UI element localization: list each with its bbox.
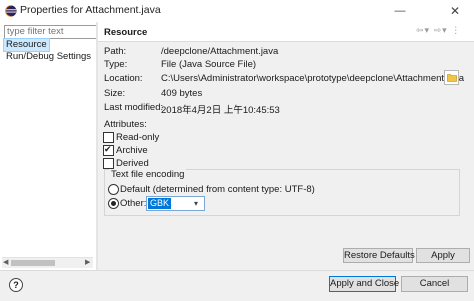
apply-button[interactable]: Apply [416, 248, 470, 263]
path-value: /deepclone/Attachment.java [161, 46, 279, 57]
horizontal-scrollbar[interactable]: ◀ ▶ [2, 257, 93, 268]
scrollbar-thumb[interactable] [11, 260, 55, 266]
default-encoding-radio[interactable] [108, 184, 119, 195]
size-label: Size: [104, 88, 126, 99]
window-title: Properties for Attachment.java [20, 4, 161, 16]
close-button[interactable]: ✕ [440, 2, 470, 20]
filter-input[interactable] [4, 25, 98, 39]
page-title: Resource [104, 27, 148, 38]
encoding-select-value: GBK [148, 198, 172, 209]
last-modified-label: Last modified: [104, 102, 164, 113]
back-icon[interactable]: ⇦ [416, 25, 425, 35]
location-value: C:\Users\Administrator\workspace\prototy… [161, 73, 465, 84]
checkmark-icon: ✔ [104, 144, 112, 154]
help-icon[interactable]: ? [9, 278, 23, 292]
history-navigation: ⇦▾ ⇨▾ ⋮ [416, 25, 461, 36]
attributes-heading: Attributes: [104, 119, 147, 130]
type-label: Type: [104, 59, 128, 70]
chevron-down-icon[interactable]: ▾ [194, 197, 198, 210]
read-only-label[interactable]: Read-only [116, 132, 159, 143]
last-modified-value: 2018年4月2日 上午10:45:53 [161, 105, 280, 116]
apply-and-close-button[interactable]: Apply and Close [329, 276, 399, 292]
other-encoding-radio[interactable] [108, 198, 119, 209]
scroll-right-icon[interactable]: ▶ [85, 258, 90, 268]
properties-page [98, 22, 474, 270]
back-dropdown-icon[interactable]: ▾ [425, 25, 431, 35]
read-only-checkbox[interactable] [103, 132, 114, 143]
encoding-select[interactable]: GBK ▾ [146, 196, 205, 211]
minimize-button[interactable]: — [386, 2, 414, 20]
size-value: 409 bytes [161, 88, 203, 99]
location-label: Location: [104, 73, 143, 84]
derived-label[interactable]: Derived [116, 158, 149, 169]
encoding-group-title: Text file encoding [109, 169, 187, 180]
tree-item-resource[interactable]: Resource [3, 38, 50, 52]
restore-defaults-button[interactable]: Restore Defaults [343, 248, 415, 263]
type-value: File (Java Source File) [161, 59, 257, 70]
default-encoding-label[interactable]: Default (determined from content type: U… [120, 184, 315, 195]
archive-label[interactable]: Archive [116, 145, 148, 156]
tree-item-run-debug-settings[interactable]: Run/Debug Settings [4, 51, 96, 63]
radio-selected-dot [111, 201, 116, 206]
path-label: Path: [104, 46, 127, 57]
eclipse-icon [5, 5, 17, 17]
view-menu-icon[interactable]: ⋮ [451, 25, 461, 35]
folder-icon [447, 74, 457, 82]
derived-checkbox[interactable] [103, 158, 114, 169]
cancel-button[interactable]: Cancel [401, 276, 468, 292]
show-in-explorer-button[interactable] [444, 70, 459, 85]
tree-item-label: Run/Debug Settings [6, 51, 92, 62]
archive-checkbox[interactable]: ✔ [103, 144, 114, 156]
scroll-left-icon[interactable]: ◀ [3, 258, 8, 268]
forward-dropdown-icon[interactable]: ▾ [442, 25, 448, 35]
tree-item-label: Resource [6, 39, 47, 50]
other-encoding-label[interactable]: Other: [120, 198, 146, 209]
forward-icon[interactable]: ⇨ [434, 25, 443, 35]
